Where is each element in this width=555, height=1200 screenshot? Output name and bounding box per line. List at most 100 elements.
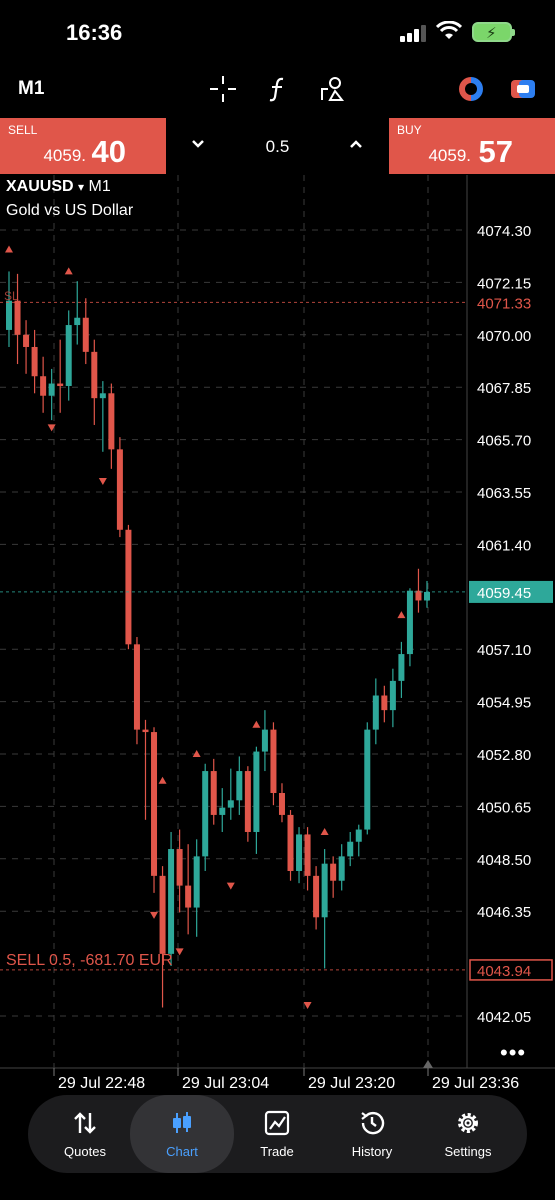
candle-body [57,383,64,386]
nav-quotes[interactable]: Quotes [37,1095,133,1173]
candle-body [99,393,106,399]
sell-button[interactable]: SELL 4059. 40 [0,118,166,174]
candle-body [406,590,413,655]
candle-body [168,849,175,954]
candle-body [364,729,371,830]
candle-body [176,849,183,886]
candle-body [91,351,98,399]
sell-label: SELL [8,123,38,137]
nav-history[interactable]: History [324,1095,420,1173]
candle-body [236,771,243,801]
candle-body [253,751,260,832]
current-price-label: 4059.45 [477,585,531,602]
nav-label-settings: Settings [444,1144,492,1159]
y-tick-label: 4046.35 [477,904,531,921]
candle-body [304,834,311,876]
symbol-dropdown-icon: ▾ [78,180,85,194]
nav-trade[interactable]: Trade [229,1095,325,1173]
fractal-up-marker [397,611,406,619]
x-tick-label: 29 Jul 22:48 [58,1075,145,1092]
candle-body [48,383,55,396]
y-tick-label: 4042.05 [477,1009,531,1026]
candle-body [40,376,47,396]
y-tick-label: 4048.50 [477,852,531,869]
y-tick-label: 4061.40 [477,537,531,554]
candle-body [321,863,328,918]
candle-body [159,875,166,954]
sl-marker: SL [4,289,19,303]
one-click-trade-panel: SELL 4059. 40 0.5 BUY 4059. 57 [0,118,555,174]
buy-price-big: 57 [478,134,513,169]
chevron-up-icon[interactable] [348,136,364,152]
candle-body [219,807,226,815]
candle-body [313,875,320,918]
more-icon[interactable]: ••• [500,1040,526,1066]
x-tick-label: 29 Jul 23:20 [308,1075,395,1092]
sell-price-main: 4059. [43,146,86,165]
fractal-up-marker [64,267,73,275]
toggle-icon[interactable] [508,74,538,104]
symbol-title[interactable]: XAUUSD ▾ M1 [6,178,111,196]
y-tick-label: 4052.80 [477,747,531,764]
settings-icon [458,1113,478,1133]
order-price-label: 4043.94 [477,963,531,980]
candle-body [185,885,192,908]
quotes-icon [74,1112,96,1134]
nav-label-quotes: Quotes [64,1144,106,1159]
nav-label-trade: Trade [260,1144,294,1159]
buy-price-main: 4059. [428,146,471,165]
candle-body [338,856,345,881]
status-bar: 16:36 ⚡ [0,0,555,60]
nav-label-history: History [351,1144,393,1159]
candle-body [296,834,303,871]
candle-body [270,729,277,793]
candle-body [31,346,38,377]
fractal-up-marker [5,245,13,253]
history-icon [361,1111,385,1135]
candle-body [330,863,337,881]
symbol-timeframe: M1 [88,178,111,195]
indicators-icon[interactable] [264,74,294,104]
scroll-end-marker [423,1060,433,1068]
candle-body [65,325,72,386]
crosshair-icon[interactable] [208,74,238,104]
candle-body [287,814,294,871]
one-click-trading-icon[interactable] [456,74,486,104]
candle-body [210,771,217,815]
timeframe-selector[interactable]: M1 [18,78,44,100]
candle-body [244,771,251,832]
candle-body [424,591,430,601]
wifi-icon [436,21,462,39]
candle-body [389,680,396,711]
buy-label: BUY [397,123,422,137]
buy-button[interactable]: BUY 4059. 57 [389,118,555,174]
candle-body [108,393,115,450]
nav-label-chart: Chart [166,1144,198,1159]
candle-body [372,695,379,730]
candle-body [125,529,132,645]
candle-body [6,300,12,330]
symbol-description: Gold vs US Dollar [6,202,134,219]
candle-body [133,644,140,730]
chart-toolbar: M1 [0,62,555,116]
symbol-name: XAUUSD [6,178,74,195]
y-tick-label: 4070.00 [477,328,531,345]
nav-settings[interactable]: Settings [420,1095,516,1173]
candle-body [381,695,388,711]
y-tick-label: 4063.55 [477,485,531,502]
y-tick-label: 4067.85 [477,380,531,397]
candle-body [202,771,209,857]
candle-body [347,841,354,857]
fractal-down-marker [150,911,159,919]
fractal-up-marker [320,827,329,835]
candle-body [355,829,362,842]
objects-icon[interactable] [318,74,348,104]
y-tick-label: 4074.30 [477,223,531,240]
status-time: 16:36 [66,20,123,45]
bottom-navigation: Quotes Chart Trade History Settings [28,1095,527,1173]
order-line-label[interactable]: SELL 0.5, -681.70 EUR [6,952,173,970]
volume-control: 0.5 [166,118,389,174]
nav-chart[interactable]: Chart [130,1095,234,1173]
candle-body [278,792,285,815]
y-tick-label: 4050.65 [477,799,531,816]
